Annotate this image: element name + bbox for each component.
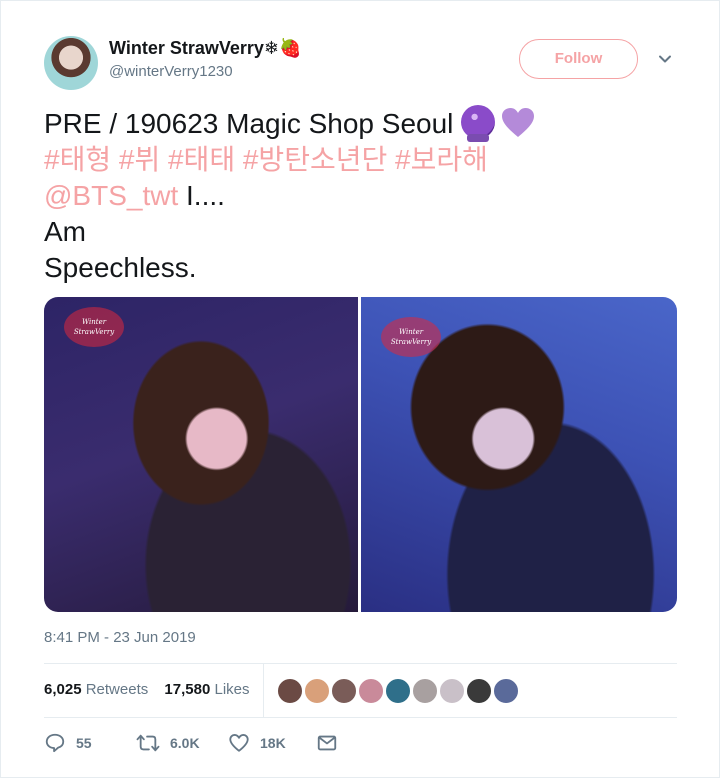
liker-avatar[interactable] — [357, 677, 385, 705]
retweets-label: Retweets — [85, 681, 149, 698]
tweet-photo-2[interactable]: Winter StrawVerry — [361, 297, 677, 612]
tweet-card: Winter StrawVerry❄🍓 @winterVerry1230 Fol… — [0, 0, 720, 778]
like-count: 18K — [260, 735, 286, 751]
tweet-text: PRE / 190623 Magic Shop Seoul #태형 #뷔 #태태… — [44, 105, 684, 286]
retweets-count: 6,025 — [44, 681, 82, 698]
author-name-text[interactable]: Winter StrawVerry — [109, 38, 264, 58]
tweet-stats: 6,025 Retweets 17,580 Likes — [44, 681, 250, 698]
likes-stat[interactable]: 17,580 Likes — [164, 681, 249, 698]
liker-avatar[interactable] — [465, 677, 493, 705]
liker-avatar[interactable] — [276, 677, 304, 705]
tweet-hashtags[interactable]: #태형 #뷔 #태태 #방탄소년단 #보라해 — [44, 142, 684, 178]
liker-avatars — [276, 677, 520, 705]
stats-divider — [263, 663, 264, 717]
author-display-name[interactable]: Winter StrawVerry❄🍓 — [109, 38, 301, 59]
author-avatar[interactable] — [44, 36, 98, 90]
divider — [44, 663, 677, 664]
name-emojis: ❄🍓 — [263, 38, 302, 58]
tweet-timestamp[interactable]: 8:41 PM - 23 Jun 2019 — [44, 629, 196, 646]
tweet-line-5: Speechless. — [44, 252, 197, 283]
watermark-logo: Winter StrawVerry — [64, 307, 124, 347]
likes-count: 17,580 — [164, 681, 211, 698]
retweets-stat[interactable]: 6,025 Retweets — [44, 681, 148, 698]
retweet-icon — [136, 734, 160, 752]
follow-button[interactable]: Follow — [519, 39, 638, 79]
tweet-text-main: PRE / 190623 Magic Shop Seoul — [44, 108, 454, 139]
tweet-photo-1[interactable]: Winter StrawVerry — [44, 297, 358, 612]
media-grid: Winter StrawVerry Winter StrawVerry — [44, 297, 677, 612]
tweet-line-1: PRE / 190623 Magic Shop Seoul — [44, 105, 684, 142]
direct-message-button[interactable] — [316, 731, 348, 755]
liker-avatar[interactable] — [330, 677, 358, 705]
divider — [44, 717, 677, 718]
tweet-line-4: Am — [44, 216, 86, 247]
liker-avatar[interactable] — [384, 677, 412, 705]
retweet-button[interactable]: 6.0K — [136, 731, 200, 755]
retweet-count: 6.0K — [170, 735, 200, 751]
liker-avatar[interactable] — [492, 677, 520, 705]
reply-button[interactable]: 55 — [44, 731, 92, 755]
chevron-down-icon[interactable] — [657, 51, 673, 67]
like-button[interactable]: 18K — [228, 731, 286, 755]
author-handle[interactable]: @winterVerry1230 — [109, 63, 233, 80]
reply-count: 55 — [76, 735, 92, 751]
liker-avatar[interactable] — [438, 677, 466, 705]
envelope-icon — [317, 735, 337, 751]
crystal-ball-icon — [461, 105, 496, 142]
reply-icon — [45, 733, 65, 753]
heart-icon — [229, 734, 249, 752]
liker-avatar[interactable] — [303, 677, 331, 705]
watermark-logo: Winter StrawVerry — [381, 317, 441, 357]
purple-heart-icon — [502, 108, 535, 137]
tweet-line-3: @BTS_twt I.... — [44, 178, 684, 214]
liker-avatar[interactable] — [411, 677, 439, 705]
likes-label: Likes — [214, 681, 250, 698]
tweet-text-after-mention: I.... — [178, 180, 225, 211]
mention-link[interactable]: @BTS_twt — [44, 180, 178, 211]
tweet-actions: 55 6.0K 18K — [44, 731, 684, 755]
